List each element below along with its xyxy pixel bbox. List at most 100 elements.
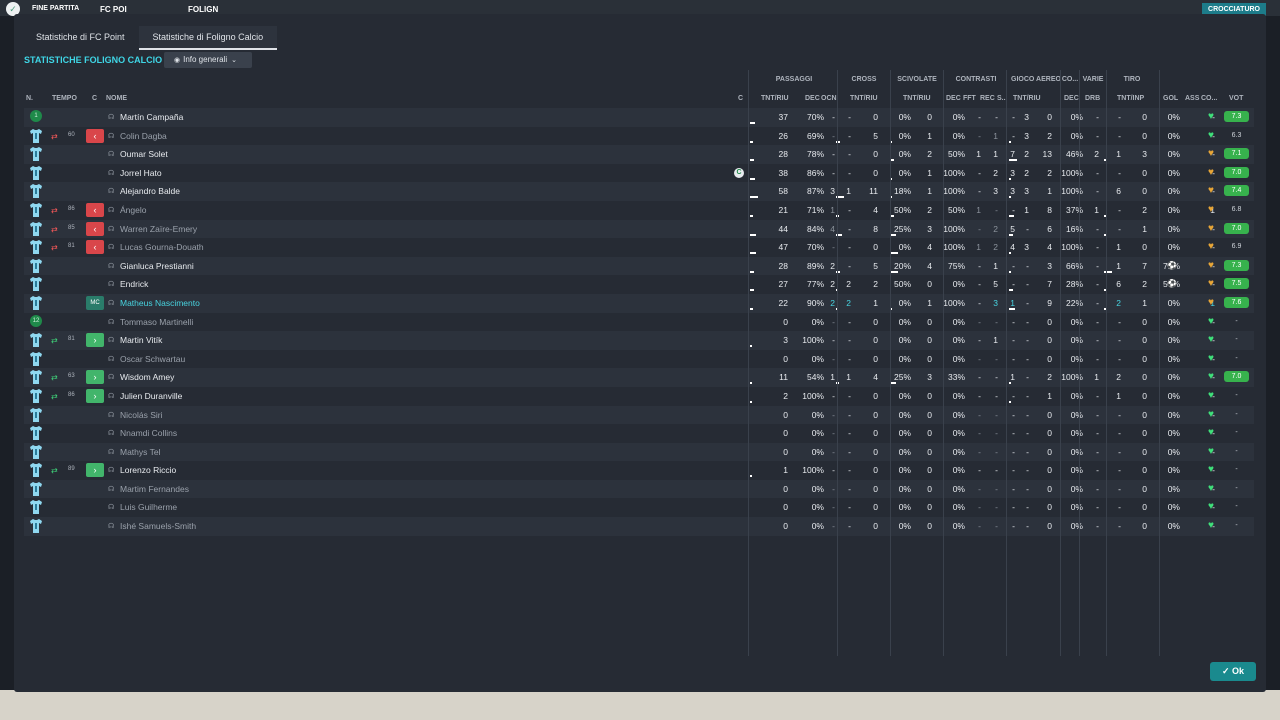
ok-button[interactable]: ✓ Ok [1210, 662, 1256, 681]
table-row[interactable]: ☊ Oumar Solet 28 78% - -0 0% 2 50% 1 1 7 2 13 46% 2 1 3 0%… [24, 145, 1254, 164]
player-name[interactable]: Martín Campaña [120, 112, 183, 122]
player-name[interactable]: Colin Dagba [120, 131, 167, 141]
player-rating: 7.3 [1224, 259, 1249, 271]
stat-ga: 0 [1047, 409, 1052, 420]
player-rating: - [1235, 317, 1238, 325]
stat-bar [1009, 307, 1015, 310]
stat-p: 0 [783, 521, 788, 532]
table-row[interactable]: ⇄ 60 ‹ ☊ Colin Dagba 26 69% - -5 0% 1 0% -1-3 2 0% - -0 0… [24, 126, 1254, 146]
table-row[interactable]: ☊ Alejandro Balde 58 87% 3 1 11 18% 1 100% -3 3 3 1 10… [24, 182, 1254, 201]
table-row[interactable]: ☊ Gianluca Prestianni 28 89% 2-5 20% 4 75% -1- -3… [24, 256, 1254, 276]
stat-sc: 0 [927, 521, 932, 532]
player-name[interactable]: Martin Vitík [120, 335, 162, 345]
table-row[interactable]: ⇄ 85 ‹ ☊ Warren Zaïre-Emery 44 84% 4-8 25% 3 100% -… [24, 219, 1254, 239]
table-row[interactable]: ⇄ 86 › ☊ Julien Duranville 2 100% - -0 0% 0 0% - - - -1… [24, 386, 1254, 406]
player-name[interactable]: Mathys Tel [120, 447, 160, 457]
shirt-icon [30, 165, 42, 180]
stat-bar [1009, 400, 1011, 403]
player-name[interactable]: Lorenzo Riccio [120, 465, 176, 475]
subbed-off-badge: ‹ [86, 240, 104, 255]
stat-sc: 1 [927, 186, 932, 197]
stat-ga: 4 [1047, 242, 1052, 253]
stat-ocn: - [848, 316, 851, 327]
table-row[interactable]: 1 ☊ Martín Campaña 37 70% - -0 0% 0 0% - - -3 0 0% - -0 0… [24, 108, 1254, 127]
player-name[interactable]: Jorrel Hato [120, 168, 162, 178]
player-name[interactable]: Gianluca Prestianni [120, 261, 194, 271]
table-row[interactable]: ☊ Luis Guilherme 0 0% - -0 0% 0 0% - - - -0 0% - -0 0% - ♥… [24, 498, 1254, 518]
stat-sc: 4 [927, 242, 932, 253]
section-title: STATISTICHE FOLIGNO CALCIO [24, 55, 163, 65]
headset-icon: ☊ [108, 374, 115, 382]
table-row[interactable]: MC ☊ Matheus Nascimento 22 90% 2 2 1 0% 1 100% -3 1-… [24, 293, 1254, 313]
player-name[interactable]: Julien Duranville [120, 391, 182, 401]
table-row[interactable]: ⇄ 81 ‹ ☊ Lucas Gourna-Douath 47 70% - -0 0% 4 100% 1… [24, 238, 1254, 257]
condition-heart-icon: ♥ [1208, 352, 1214, 364]
player-name[interactable]: Nnamdi Collins [120, 428, 177, 438]
stat-ga: 2 [1047, 167, 1052, 178]
stat-t: 1 [1142, 297, 1147, 308]
condition-heart-icon: ♥ [1208, 408, 1214, 420]
table-row[interactable]: ☊ Ishé Samuels-Smith 0 0% - -0 0% 0 0% - - - -0 0% - -0… [24, 517, 1254, 536]
player-name[interactable]: Tommaso Martinelli [120, 317, 193, 327]
player-rating: 7.1 [1224, 148, 1249, 160]
condition-heart-icon: ♥ [1208, 203, 1214, 215]
stat-p: 47 [778, 242, 788, 253]
condition-heart-icon: ♥ [1208, 520, 1214, 532]
stat-p: 44 [778, 223, 788, 234]
player-name[interactable]: Ishé Samuels-Smith [120, 521, 196, 531]
player-name[interactable]: Nicolás Siri [120, 410, 163, 420]
column-divider [1060, 70, 1061, 656]
table-row[interactable]: ⇄ 89 › ☊ Lorenzo Riccio 1 100% - -0 0% 0 0% - - - -0 0% -… [24, 461, 1254, 480]
stat-ocn: 1 [846, 186, 851, 197]
headset-icon: ☊ [108, 281, 115, 289]
player-name[interactable]: Luis Guilherme [120, 502, 177, 512]
table-row[interactable]: ☊ Martim Fernandes 0 0% - -0 0% 0 0% - - - -0 0% - -0 0%… [24, 479, 1254, 499]
stat-p: 0 [783, 428, 788, 439]
table-row[interactable]: ⇄ 81 › ☊ Martin Vitík 3 100% - -0 0% 0 0% -1- -0 0% - -0… [24, 331, 1254, 350]
player-name[interactable]: Alejandro Balde [120, 186, 180, 196]
player-name[interactable]: Lucas Gourna-Douath [120, 242, 204, 252]
player-name[interactable]: Endrick [120, 279, 148, 289]
stat-p: 0 [783, 353, 788, 364]
player-name[interactable]: Ángelo [120, 205, 146, 215]
stat-bar [750, 289, 754, 292]
sub-minute: 60 [68, 131, 75, 138]
player-name[interactable]: Matheus Nascimento [120, 298, 200, 308]
stat-sc: 2 [927, 204, 932, 215]
table-row[interactable]: ☊ Jorrel Hato C 38 86% - -0 0% 1 100% -2 3 2 2 100% - -0… [24, 163, 1254, 183]
condition-heart-icon: ♥ [1208, 222, 1214, 234]
position-badge: MC [86, 295, 104, 310]
player-name[interactable]: Oumar Solet [120, 149, 168, 159]
stat-bar [750, 475, 752, 478]
player-name[interactable]: Oscar Schwartau [120, 354, 185, 364]
stat-cr: 0 [873, 335, 878, 346]
stat-ga: 2 [1047, 130, 1052, 141]
stat-tp: 0% [1167, 502, 1180, 513]
stat-cr: 5 [873, 130, 878, 141]
table-row[interactable]: ☊ Mathys Tel 0 0% - -0 0% 0 0% - - - -0 0% - -0 0% - ♥ - [24, 442, 1254, 462]
stat-t: 1 [1142, 223, 1147, 234]
headset-icon: ☊ [108, 392, 115, 400]
info-filter-dropdown[interactable]: ◉ Info generali ⌄ [164, 52, 252, 68]
shirt-icon [30, 333, 42, 348]
table-row[interactable]: ☊ Oscar Schwartau 0 0% - -0 0% 0 0% - - - -0 0% - -0 0% -… [24, 349, 1254, 369]
table-row[interactable]: ☊ Nicolás Siri 0 0% - -0 0% 0 0% - - - -0 0% - -0 0% - ♥ - [24, 405, 1254, 425]
stat-cr: 0 [873, 409, 878, 420]
table-row[interactable]: ☊ Endrick 27 77% 2 2 2 50% 0 0% -5- -7 28% -6 2 50% - ⚽ ♥ 7… [24, 275, 1254, 294]
player-name[interactable]: Wisdom Amey [120, 372, 174, 382]
tab-fc-point[interactable]: Statistiche di FC Point [22, 26, 139, 50]
stat-tp: 0% [1167, 390, 1180, 401]
table-row[interactable]: 12 ☊ Tommaso Martinelli 0 0% - -0 0% 0 0% - - - -0 0% -… [24, 312, 1254, 332]
stat-ocn: - [848, 428, 851, 439]
stat-p: 0 [783, 483, 788, 494]
table-row[interactable]: ⇄ 86 ‹ ☊ Ángelo 21 71% 1-4 50% 2 50% 1- -1 8 37% 1-2 0% 1… [24, 200, 1254, 220]
shirt-icon [30, 221, 42, 236]
table-row[interactable]: ⇄ 63 › ☊ Wisdom Amey 11 54% 1 1 4 25% 3 33% - -1-2 100%… [24, 368, 1254, 387]
shirt-icon [30, 481, 42, 496]
table-row[interactable]: ☊ Nnamdi Collins 0 0% - -0 0% 0 0% - - - -0 0% - -0 0% - ♥… [24, 424, 1254, 443]
player-name[interactable]: Martim Fernandes [120, 484, 189, 494]
tab-foligno[interactable]: Statistiche di Foligno Calcio [138, 26, 278, 50]
stat-ocn: - [848, 242, 851, 253]
subbed-on-badge: › [86, 333, 104, 348]
player-name[interactable]: Warren Zaïre-Emery [120, 224, 197, 234]
